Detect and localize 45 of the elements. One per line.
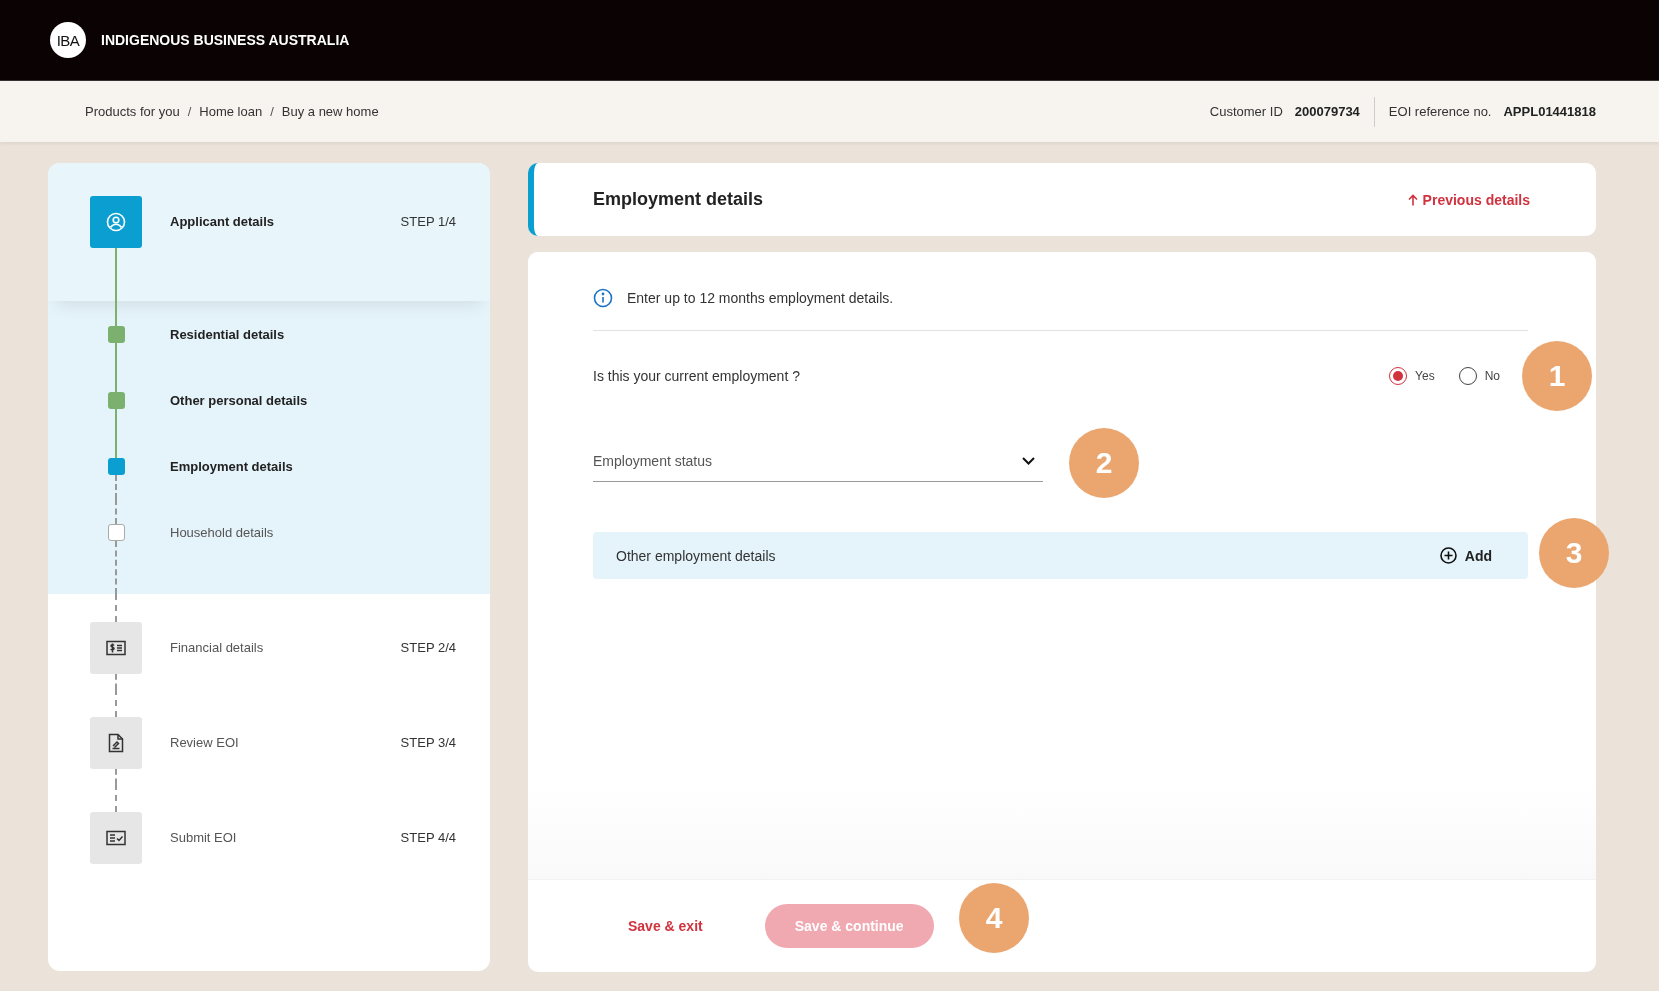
save-exit-button[interactable]: Save & exit <box>628 910 703 942</box>
previous-details-link[interactable]: Previous details <box>1407 191 1530 208</box>
question-label: Is this your current employment ? <box>593 368 800 384</box>
substep-label[interactable]: Employment details <box>170 459 293 474</box>
step-number: STEP 4/4 <box>400 830 456 845</box>
step-number: STEP 2/4 <box>400 640 456 655</box>
chevron-down-icon <box>1022 457 1035 465</box>
employment-status-dropdown[interactable]: Employment status <box>593 453 1043 482</box>
step-number: STEP 3/4 <box>400 735 456 750</box>
document-icon <box>108 733 124 753</box>
arrow-up-icon <box>1407 193 1418 206</box>
step-icon-tile[interactable] <box>90 717 142 769</box>
step-label[interactable]: Submit EOI <box>170 830 237 845</box>
customer-id-value: 200079734 <box>1294 104 1360 119</box>
radio-label[interactable]: Yes <box>1415 369 1435 383</box>
breadcrumb-link[interactable]: Home loan <box>199 104 263 119</box>
step-label[interactable]: Review EOI <box>170 735 239 750</box>
eoi-reference-label: EOI reference no. <box>1388 104 1492 119</box>
step-number: STEP 1/4 <box>400 214 456 229</box>
checklist-icon <box>106 830 126 846</box>
substep-label[interactable]: Other personal details <box>170 393 308 408</box>
eoi-reference-value: APPL01441818 <box>1503 104 1596 119</box>
breadcrumb-separator: / <box>187 104 192 119</box>
user-icon <box>106 212 126 232</box>
customer-id-label: Customer ID <box>1209 104 1283 119</box>
section-title: Employment details <box>593 189 764 210</box>
add-button[interactable]: Add <box>1433 546 1498 565</box>
step-icon-tile[interactable] <box>90 812 142 864</box>
step-icon-tile[interactable] <box>90 196 142 248</box>
breadcrumb-link[interactable]: Buy a new home <box>281 104 379 119</box>
radio-label[interactable]: No <box>1484 369 1500 383</box>
step-icon-tile[interactable] <box>90 622 142 674</box>
step-label[interactable]: Applicant details <box>170 214 275 229</box>
other-employment-label: Other employment details <box>616 547 776 564</box>
site-title: INDIGENOUS BUSINESS AUSTRALIA <box>101 32 350 48</box>
banknote-icon <box>106 640 126 656</box>
substep-label[interactable]: Residential details <box>170 327 285 342</box>
info-icon <box>593 288 613 308</box>
info-text: Enter up to 12 months employment details. <box>627 290 894 306</box>
step-label[interactable]: Financial details <box>170 640 264 655</box>
substep-label[interactable]: Household details <box>170 525 274 540</box>
logo[interactable]: IBA <box>50 22 86 58</box>
breadcrumb-separator: / <box>270 104 274 119</box>
plus-circle-icon <box>1439 547 1457 564</box>
breadcrumb-link[interactable]: Products for you <box>85 104 180 119</box>
